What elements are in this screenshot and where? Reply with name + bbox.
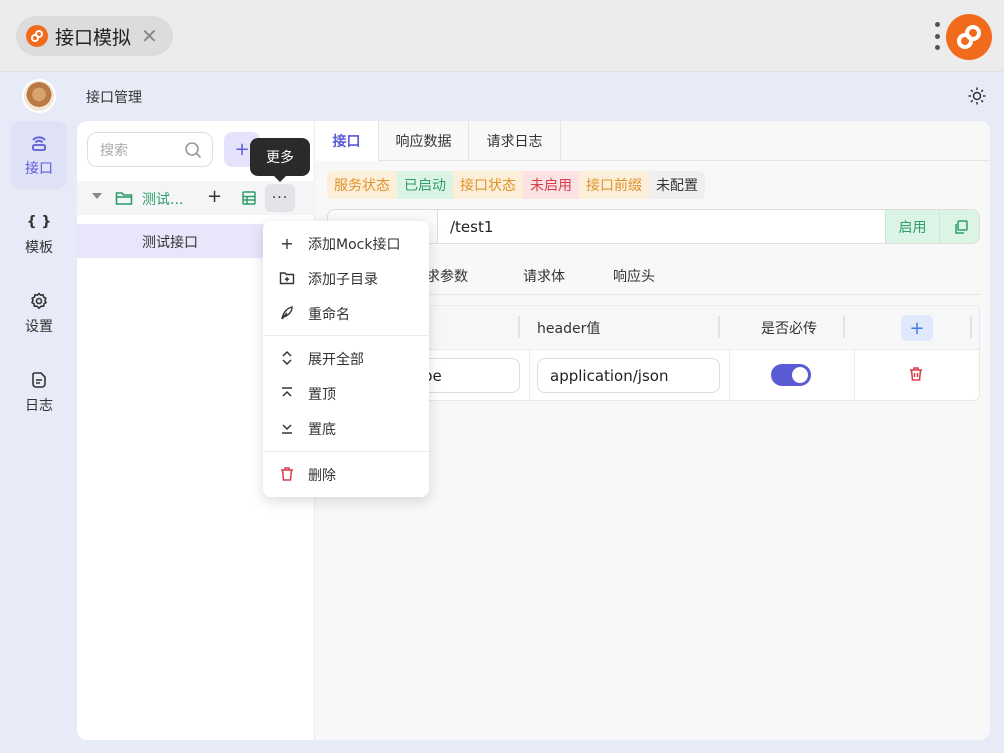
enable-button[interactable]: 启用 [885,210,939,243]
search-icon [184,141,202,163]
menu-item-pin-bottom[interactable]: 置底 [263,411,429,445]
sun-icon[interactable] [964,83,990,109]
search-placeholder: 搜索 [100,142,128,159]
leaf-name: 测试接口 [142,235,198,251]
folder-name: 测试... [142,192,184,208]
breadcrumb: 接口管理 [86,90,142,106]
brand-logo-icon [946,14,992,60]
tab-api[interactable]: 接口 [315,121,379,161]
avatar[interactable] [22,79,56,113]
subtab-request-body[interactable]: 请求体 [523,266,565,286]
column-separator [843,316,845,338]
close-icon[interactable]: ✕ [141,26,158,46]
trash-icon[interactable] [908,366,924,386]
menu-item-label: 添加子目录 [308,272,378,288]
copy-icon[interactable] [939,210,979,243]
column-separator [970,316,972,338]
braces-icon: { } [26,214,52,230]
column-separator [518,316,520,338]
pin-top-icon [278,384,296,402]
header-value-input[interactable]: application/json [537,358,720,393]
log-icon [30,369,48,391]
sidebar-item-template[interactable]: { } 模板 [11,200,67,268]
app-logo-icon [26,25,48,47]
api-status-badge: 未启用 [523,171,579,199]
title-bar: 接口模拟 ✕ [0,0,1004,72]
sidebar-item-settings[interactable]: 设置 [11,279,67,347]
menu-item-pin-top[interactable]: 置顶 [263,376,429,410]
menu-item-label: 置顶 [308,387,336,403]
folder-add-button[interactable]: + [207,186,222,207]
more-tooltip: 更多 [250,138,310,182]
menu-item-label: 展开全部 [308,352,364,368]
context-menu: + 添加Mock接口 添加子目录 重命名 展开全部 置顶 置底 删除 [263,221,429,497]
required-toggle[interactable] [771,364,811,386]
app-tab-title: 接口模拟 [55,26,132,49]
expand-icon [278,349,296,367]
column-separator [718,316,720,338]
menu-item-label: 置底 [308,422,336,438]
tab-request-log[interactable]: 请求日志 [469,121,561,161]
server-status-label: 服务状态 [327,171,397,199]
folder-icon [115,190,133,210]
tab-response-data[interactable]: 响应数据 [379,121,469,161]
sidebar-item-label: 日志 [25,398,53,414]
tab-bar: 接口 响应数据 请求日志 [315,121,990,161]
caret-down-icon[interactable] [92,193,102,199]
app-tab[interactable]: 接口模拟 ✕ [16,16,173,56]
url-path[interactable]: /test1 [450,218,493,236]
add-row-button[interactable]: + [901,315,933,341]
column-header-value: header值 [537,321,601,337]
plus-icon: + [280,233,294,253]
prefix-label: 接口前缀 [579,171,649,199]
server-status-badge: 已启动 [397,171,453,199]
menu-item-label: 删除 [308,468,336,484]
api-icon [29,132,49,154]
more-button[interactable]: ··· [265,184,295,212]
table-icon[interactable] [241,190,257,210]
search-input[interactable]: 搜索 [87,132,213,167]
gear-icon [30,290,48,312]
prefix-badge: 未配置 [649,171,705,199]
column-header-required: 是否必传 [761,321,817,337]
menu-item-add-subfolder[interactable]: 添加子目录 [263,261,429,295]
api-status-label: 接口状态 [453,171,523,199]
sidebar-item-log[interactable]: 日志 [11,358,67,426]
sidebar-item-label: 接口 [25,161,53,177]
sidebar-item-label: 设置 [25,319,53,335]
status-bar: 服务状态 已启动 接口状态 未启用 接口前缀 未配置 [327,171,705,199]
menu-item-add-mock[interactable]: + 添加Mock接口 [263,226,429,260]
menu-item-label: 重命名 [308,307,350,323]
feather-icon [278,304,296,322]
trash-icon [278,465,296,483]
folder-add-icon [278,269,296,287]
kebab-menu-icon[interactable] [933,22,941,50]
menu-item-label: 添加Mock接口 [308,237,401,253]
pin-bottom-icon [278,419,296,437]
subtab-response-headers[interactable]: 响应头 [613,266,655,286]
menu-item-rename[interactable]: 重命名 [263,296,429,330]
sidebar-item-api[interactable]: 接口 [11,121,67,189]
menu-item-delete[interactable]: 删除 [263,457,429,491]
tree-folder[interactable]: 测试... + ··· [77,181,315,215]
menu-item-expand-all[interactable]: 展开全部 [263,341,429,375]
sidebar-item-label: 模板 [25,240,53,256]
